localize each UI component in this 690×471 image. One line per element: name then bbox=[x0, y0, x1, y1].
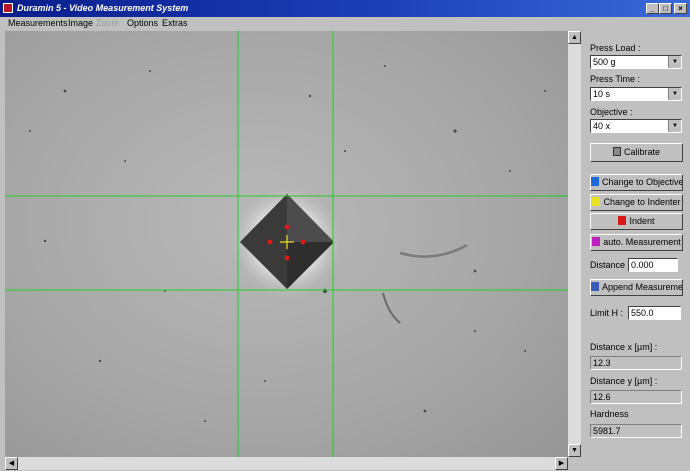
chevron-down-icon[interactable]: ▼ bbox=[668, 120, 681, 132]
press-load-select[interactable]: 500 g ▼ bbox=[590, 55, 682, 69]
change-to-objective-button[interactable]: Change to Objective bbox=[590, 174, 683, 191]
menu-bar: Measurements Image Zoom Options Extras bbox=[0, 17, 690, 30]
maximize-button[interactable]: □ bbox=[659, 3, 672, 14]
menu-image[interactable]: Image bbox=[68, 18, 93, 28]
scroll-down-button[interactable]: ▼ bbox=[568, 444, 581, 457]
distance-y-value: 12.6 bbox=[590, 390, 682, 404]
table-icon bbox=[591, 282, 599, 291]
distance-label: Distance : bbox=[590, 260, 631, 270]
vertical-scrollbar[interactable]: ▲ ▼ bbox=[568, 31, 581, 457]
chevron-down-icon[interactable]: ▼ bbox=[668, 88, 681, 100]
scroll-up-button[interactable]: ▲ bbox=[568, 31, 581, 44]
distance-x-label: Distance x [µm] : bbox=[590, 342, 658, 352]
objective-icon bbox=[591, 177, 599, 186]
append-measurement-button[interactable]: Append Measurement bbox=[590, 279, 683, 296]
objective-select[interactable]: 40 x ▼ bbox=[590, 119, 682, 133]
chevron-down-icon[interactable]: ▼ bbox=[668, 56, 681, 68]
objective-label: Objective : bbox=[590, 107, 633, 117]
press-time-select[interactable]: 10 s ▼ bbox=[590, 87, 682, 101]
fiber-debris-2 bbox=[382, 292, 401, 324]
menu-extras[interactable]: Extras bbox=[162, 18, 188, 28]
distance-y-label: Distance y [µm] : bbox=[590, 376, 658, 386]
horizontal-scrollbar[interactable]: ◀ ▶ bbox=[5, 457, 568, 470]
auto-measurement-button[interactable]: auto. Measurement bbox=[590, 234, 683, 251]
calibrate-button[interactable]: Calibrate bbox=[590, 143, 683, 162]
fiber-debris bbox=[399, 243, 468, 258]
calculator-icon bbox=[612, 147, 621, 156]
menu-measurements[interactable]: Measurements bbox=[8, 18, 68, 28]
indentation-image bbox=[5, 31, 568, 457]
menu-zoom: Zoom bbox=[96, 18, 120, 28]
title-bar: Duramin 5 - Video Measurement System _ □… bbox=[0, 0, 690, 17]
menu-options[interactable]: Options bbox=[127, 18, 158, 28]
change-to-indenter-button[interactable]: Change to Indenter bbox=[590, 194, 683, 211]
app-icon[interactable] bbox=[3, 3, 13, 13]
microscope-image-view[interactable] bbox=[5, 31, 568, 457]
scroll-left-button[interactable]: ◀ bbox=[5, 457, 18, 470]
window-title: Duramin 5 - Video Measurement System bbox=[17, 3, 189, 13]
limit-h-input[interactable]: 550.0 bbox=[628, 306, 681, 320]
auto-measure-icon bbox=[592, 237, 601, 246]
scroll-right-button[interactable]: ▶ bbox=[555, 457, 568, 470]
indent-icon bbox=[618, 216, 627, 225]
distance-input[interactable]: 0.000 bbox=[628, 258, 678, 272]
minimize-button[interactable]: _ bbox=[646, 3, 659, 14]
close-button[interactable]: × bbox=[674, 3, 687, 14]
control-panel: Press Load : 500 g ▼ Press Time : 10 s ▼… bbox=[585, 31, 690, 471]
hardness-label: Hardness bbox=[590, 409, 629, 419]
limit-h-label: Limit H : bbox=[590, 308, 624, 318]
press-load-label: Press Load : bbox=[590, 43, 641, 53]
press-time-label: Press Time : bbox=[590, 74, 641, 84]
hardness-value: 5981.7 bbox=[590, 424, 682, 438]
indenter-icon bbox=[592, 197, 601, 206]
distance-x-value: 12.3 bbox=[590, 356, 682, 370]
indent-button[interactable]: Indent bbox=[590, 213, 683, 230]
